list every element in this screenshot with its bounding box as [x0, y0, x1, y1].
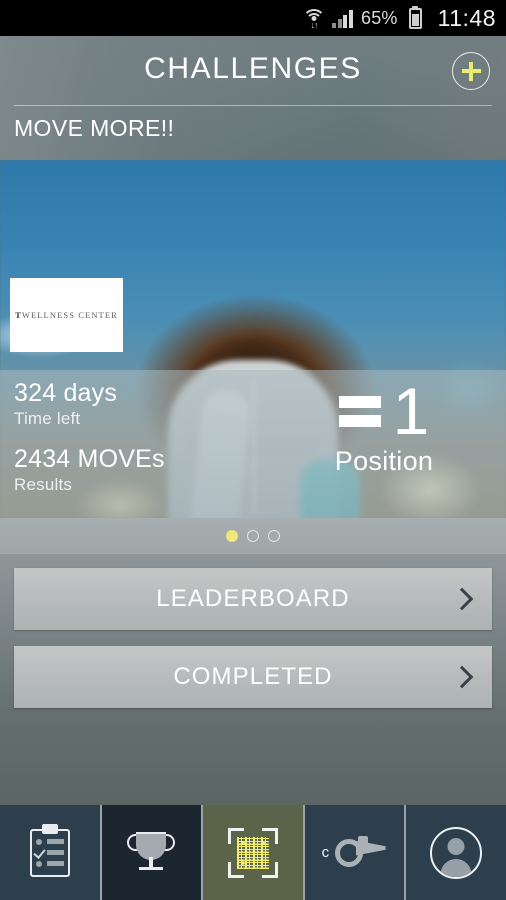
- page-dot-3[interactable]: [268, 530, 280, 542]
- results-label: Results: [14, 475, 73, 494]
- wifi-transfer-arrows: ↓↑: [310, 20, 319, 30]
- content-area: LEADERBOARD COMPLETED: [0, 554, 506, 805]
- cellular-signal-icon: [332, 9, 354, 28]
- hero-stats-left: 324 days Time left 2434 MOVEs Results: [14, 378, 165, 496]
- time-left-block: 324 days Time left: [14, 378, 165, 430]
- qr-code-scan-icon: [227, 827, 278, 878]
- bottom-navigation-bar: c: [0, 805, 506, 900]
- results-value: 2434 MOVEs: [14, 445, 165, 473]
- time-left-label: Time left: [14, 409, 81, 428]
- time-left-value: 324 days: [14, 379, 118, 407]
- page-title: CHALLENGES: [144, 52, 362, 85]
- user-avatar-icon: [430, 826, 483, 879]
- app-screen: ↓↑ 65% 11:48 CHALLENGES MOVE MORE!! TWEL…: [0, 0, 506, 900]
- status-bar: ↓↑ 65% 11:48: [0, 0, 506, 36]
- chevron-right-icon: [450, 665, 474, 689]
- completed-button[interactable]: COMPLETED: [14, 646, 492, 708]
- position-value: 1: [392, 374, 430, 448]
- header-divider: [14, 105, 492, 106]
- carousel-page-indicator[interactable]: [0, 518, 506, 554]
- leaderboard-button-label: LEADERBOARD: [156, 585, 350, 612]
- app-header: CHALLENGES MOVE MORE!!: [0, 36, 506, 160]
- plus-icon-vertical: [468, 61, 474, 81]
- trophy-icon: [127, 830, 176, 876]
- page-dot-1[interactable]: [226, 530, 238, 542]
- nav-item-trophy[interactable]: [99, 805, 202, 900]
- battery-icon: [405, 7, 422, 29]
- page-dot-2[interactable]: [247, 530, 259, 542]
- status-bar-clock: 11:48: [437, 4, 496, 31]
- leaderboard-button[interactable]: LEADERBOARD: [14, 568, 492, 630]
- hero-stats-overlay: 324 days Time left 2434 MOVEs Results 1 …: [0, 370, 506, 518]
- nav-item-checklist[interactable]: [0, 805, 100, 900]
- nav-item-coach[interactable]: c: [302, 805, 405, 900]
- results-block: 2434 MOVEs Results: [14, 444, 165, 496]
- hero-stats-right: 1 Position: [284, 374, 484, 477]
- nav-item-scan[interactable]: [201, 805, 303, 900]
- sponsor-logo-mark: T: [15, 310, 22, 320]
- challenge-hero-card[interactable]: TWELLNESS CENTER 324 days Time left 2434…: [0, 160, 506, 518]
- sponsor-logo-text: TWELLNESS CENTER: [15, 310, 118, 320]
- battery-percent-label: 65%: [361, 7, 398, 28]
- completed-button-label: COMPLETED: [173, 663, 333, 690]
- whistle-letter-label: c: [321, 843, 330, 861]
- add-challenge-button[interactable]: [452, 52, 490, 90]
- sponsor-logo-card: TWELLNESS CENTER: [10, 278, 123, 352]
- chevron-right-icon: [450, 587, 474, 611]
- header-title-row: CHALLENGES: [0, 36, 506, 102]
- position-row: 1: [284, 374, 484, 448]
- whistle-icon: c: [322, 833, 388, 873]
- position-label: Position: [334, 446, 434, 476]
- nav-item-profile[interactable]: [404, 805, 506, 900]
- sponsor-logo-name: WELLNESS CENTER: [21, 310, 118, 320]
- challenge-subtitle: MOVE MORE!!: [14, 115, 175, 141]
- clipboard-checklist-icon: [29, 823, 70, 877]
- wifi-icon: ↓↑: [302, 8, 326, 30]
- equals-icon: [338, 395, 381, 427]
